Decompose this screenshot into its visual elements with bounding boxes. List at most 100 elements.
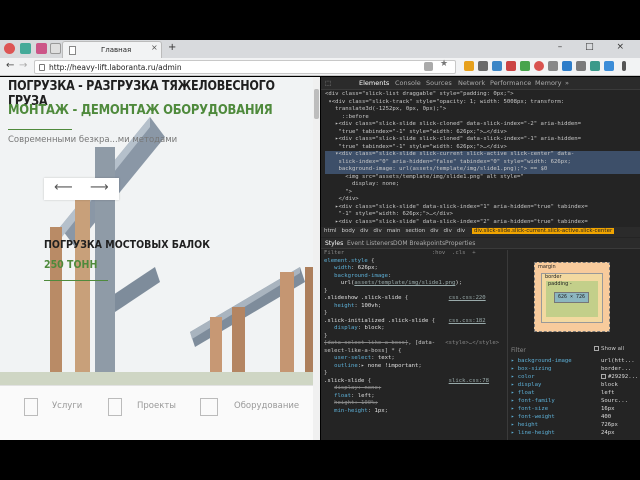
dom-node-line[interactable]: "true" tabindex="-1" style="width: 626px… (325, 129, 640, 137)
breadcrumb-item[interactable]: div (430, 228, 438, 234)
opera-icon[interactable] (4, 43, 15, 54)
extension-icon-9[interactable] (590, 61, 600, 71)
computed-row[interactable]: ▸ color #29292... (511, 374, 639, 382)
dom-tree[interactable]: <div class="slick-list draggable" style=… (321, 91, 640, 226)
breadcrumb-selected[interactable]: div.slick-slide.slick-current.slick-acti… (471, 228, 615, 234)
dom-node-line[interactable]: ▸<div class="slick-slide" data-slick-ind… (325, 204, 640, 212)
dom-node-line[interactable]: "-1" style="width: 626px;">…</div> (325, 211, 640, 219)
subtab-event-listeners[interactable]: Event Listeners (347, 240, 393, 247)
breadcrumb: html body div div main section div div div div.s… (321, 227, 640, 237)
dom-node-line[interactable]: ▸<div class="slick-slide slick-cloned" d… (325, 136, 640, 144)
nav-projects[interactable]: Проекты (137, 401, 176, 411)
computed-row[interactable]: ▸ float left (511, 390, 639, 398)
vpn-icon[interactable] (424, 62, 433, 71)
tab-active[interactable]: Главная (62, 41, 162, 58)
services-icon[interactable] (24, 398, 38, 416)
bookmarks-icon[interactable] (50, 43, 61, 54)
computed-row[interactable]: ▸ font-weight 400 (511, 414, 639, 422)
dom-node-line[interactable]: ▾<div class="slick-slide slick-current s… (325, 151, 640, 159)
extension-icon-6[interactable] (548, 61, 558, 71)
computed-row[interactable]: ▸ line-height 24px (511, 430, 639, 438)
new-tab-button[interactable]: + (168, 42, 176, 53)
extension-icon-7[interactable] (562, 61, 572, 71)
computed-filter[interactable]: Filter (511, 347, 526, 355)
page-scrollbar[interactable] (313, 77, 320, 440)
dom-node-line[interactable]: ::before (325, 114, 640, 122)
close-tab-icon[interactable]: × (151, 43, 158, 52)
dom-node-line[interactable]: <img src="assets/template/img/slide1.png… (325, 174, 640, 182)
dom-node-line[interactable]: ▾<div class="slick-track" style="opacity… (325, 99, 640, 107)
address-bar[interactable]: http://heavy-lift.laboranta.ru/admin (34, 60, 456, 74)
dom-node-line[interactable]: <div class="slick-list draggable" style=… (325, 91, 640, 99)
subtab-dom-breakpoints[interactable]: DOM Breakpoints (393, 240, 445, 247)
breadcrumb-item[interactable]: html (324, 228, 337, 234)
extension-icon-10[interactable] (604, 61, 614, 71)
extension-icon-2[interactable] (492, 61, 502, 71)
tab-performance[interactable]: Performance (490, 79, 531, 87)
dom-node-line[interactable]: </div> (325, 196, 640, 204)
extensions-icon[interactable] (36, 43, 47, 54)
scrollbar-thumb[interactable] (314, 89, 319, 119)
checkbox-icon[interactable] (594, 346, 599, 351)
breadcrumb-item[interactable]: div (360, 228, 368, 234)
dom-node-line[interactable]: ▸<div class="slick-slide" data-slick-ind… (325, 219, 640, 227)
breadcrumb-item[interactable]: div (373, 228, 381, 234)
projects-icon[interactable] (108, 398, 122, 416)
lock-extension-icon[interactable] (464, 61, 474, 71)
slider-prev-icon[interactable]: ⟵ (54, 180, 73, 195)
nav-equipment[interactable]: Оборудование (234, 401, 299, 411)
dom-node-line[interactable]: slick-index="0" aria-hidden="false" tabi… (325, 158, 640, 166)
back-button[interactable]: ← (6, 60, 14, 71)
slider-next-icon[interactable]: ⟶ (90, 180, 109, 195)
extension-icon-1[interactable] (478, 61, 488, 71)
bookmark-star-icon[interactable]: ★ (440, 59, 448, 69)
dom-node-line[interactable]: ▸<div class="slick-slide slick-cloned" d… (325, 121, 640, 129)
box-model[interactable]: margin border padding - 626 × 726 (534, 262, 610, 332)
breadcrumb-item[interactable]: section (405, 228, 425, 234)
hero-slider[interactable]: ПОГРУЗКА - РАЗГРУЗКА ТЯЖЕЛОВЕСНОГО ГРУЗА… (0, 77, 320, 385)
styles-pane[interactable]: Filter :hov .cls + element.style { width… (321, 250, 506, 440)
computed-row[interactable]: ▸ box-sizing border... (511, 366, 639, 374)
page-info-icon[interactable] (39, 64, 45, 71)
tab-elements[interactable]: Elements (359, 79, 389, 87)
dom-node-line[interactable]: "true" tabindex="-1" style="width: 626px… (325, 144, 640, 152)
devtools-inspect-icon[interactable]: ⬚ (325, 79, 331, 87)
extension-icon-3[interactable] (506, 61, 516, 71)
slide-caption-value: 250 ТОНН (44, 258, 98, 271)
nav-services[interactable]: Услуги (52, 401, 82, 411)
dom-node-line[interactable]: display: none; (325, 181, 640, 189)
styles-hov-cls[interactable]: :hov .cls + (432, 250, 476, 256)
tab-console[interactable]: Console (395, 79, 421, 87)
menu-icon[interactable] (622, 61, 626, 71)
computed-value-text: 16px (601, 406, 615, 412)
extension-icon-8[interactable] (576, 61, 586, 71)
breadcrumb-item[interactable]: body (342, 228, 356, 234)
dom-node-line[interactable]: "> (325, 189, 640, 197)
tab-network[interactable]: Network (458, 79, 485, 87)
window-controls[interactable]: – □ × (558, 42, 634, 52)
more-tabs-button[interactable]: » (565, 79, 569, 87)
extension-icon-4[interactable] (520, 61, 530, 71)
caption-divider (44, 280, 108, 281)
subtab-styles[interactable]: Styles (325, 240, 343, 247)
computed-row[interactable]: ▸ font-family Sourc... (511, 398, 639, 406)
extension-icon-5[interactable] (534, 61, 544, 71)
dom-node-line[interactable]: translate3d(-1252px, 0px, 0px);"> (325, 106, 640, 114)
computed-row[interactable]: ▸ background-image url(htt... (511, 358, 639, 366)
tab-memory[interactable]: Memory (535, 79, 561, 87)
styles-filter[interactable]: Filter (324, 250, 344, 256)
equipment-icon[interactable] (200, 398, 218, 416)
computed-row[interactable]: ▸ height 726px (511, 422, 639, 430)
computed-row[interactable]: ▸ display block (511, 382, 639, 390)
speed-dial-icon[interactable] (20, 43, 31, 54)
color-swatch-icon[interactable] (601, 374, 606, 379)
forward-button[interactable]: → (19, 60, 27, 71)
show-all-checkbox[interactable]: Show all (594, 346, 624, 354)
tab-sources[interactable]: Sources (426, 79, 452, 87)
dom-node-line[interactable]: background-image: url(assets/template/im… (325, 166, 640, 174)
breadcrumb-item[interactable]: main (387, 228, 401, 234)
breadcrumb-item[interactable]: div (444, 228, 452, 234)
computed-row[interactable]: ▸ font-size 16px (511, 406, 639, 414)
subtab-properties[interactable]: Properties (445, 240, 475, 247)
breadcrumb-item[interactable]: div (457, 228, 465, 234)
